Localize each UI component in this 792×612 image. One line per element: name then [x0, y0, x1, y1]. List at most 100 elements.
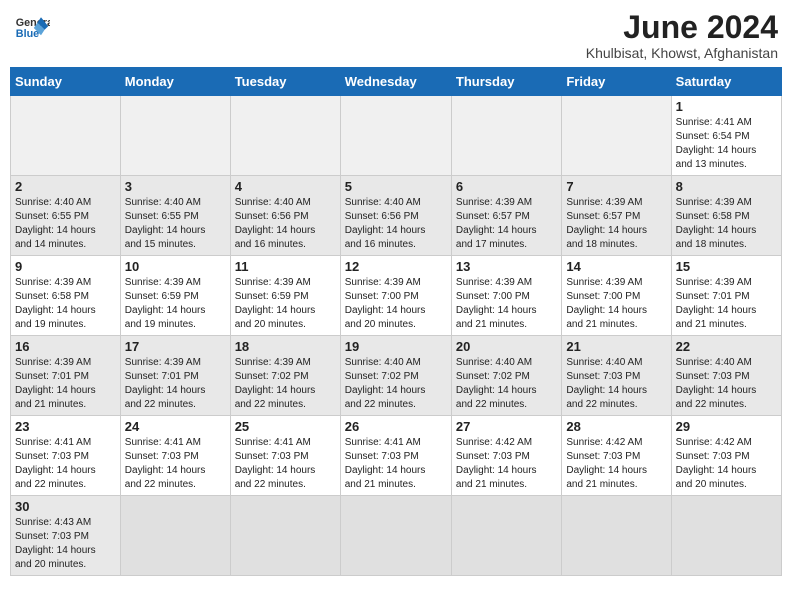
day-info: Sunrise: 4:39 AM Sunset: 6:59 PM Dayligh… — [125, 276, 226, 332]
calendar-cell — [451, 496, 561, 576]
day-info: Sunrise: 4:41 AM Sunset: 7:03 PM Dayligh… — [125, 436, 226, 492]
calendar-week-row: 30Sunrise: 4:43 AM Sunset: 7:03 PM Dayli… — [11, 496, 782, 576]
calendar-cell — [120, 496, 230, 576]
calendar-cell: 27Sunrise: 4:42 AM Sunset: 7:03 PM Dayli… — [451, 416, 561, 496]
calendar-header-row: SundayMondayTuesdayWednesdayThursdayFrid… — [11, 68, 782, 96]
calendar-cell — [671, 496, 781, 576]
calendar-cell: 26 Sunrise: 4:41 AM Sunset: 7:03 PM Dayli… — [340, 416, 451, 496]
day-number: 28 — [566, 419, 666, 434]
day-header-wednesday: Wednesday — [340, 68, 451, 96]
calendar-cell: 1Sunrise: 4:41 AM Sunset: 6:54 PM Daylig… — [671, 96, 781, 176]
day-number: 13 — [456, 259, 557, 274]
calendar-cell — [340, 496, 451, 576]
day-number: 26 — [345, 419, 447, 434]
day-info: Sunrise: 4:39 AM Sunset: 6:57 PM Dayligh… — [566, 196, 666, 252]
day-number: 8 — [676, 179, 777, 194]
calendar-cell: 29 Sunrise: 4:42 AM Sunset: 7:03 PM Dayli… — [671, 416, 781, 496]
calendar-cell — [451, 96, 561, 176]
calendar-cell: 10Sunrise: 4:39 AM Sunset: 6:59 PM Dayli… — [120, 256, 230, 336]
calendar-cell — [340, 96, 451, 176]
day-info: Sunrise: 4:40 AM Sunset: 6:56 PM Dayligh… — [345, 196, 447, 252]
calendar-cell: 30Sunrise: 4:43 AM Sunset: 7:03 PM Dayli… — [11, 496, 121, 576]
calendar-cell: 11 Sunrise: 4:39 AM Sunset: 6:59 PM Dayli… — [230, 256, 340, 336]
day-info: Sunrise: 4:39 AM Sunset: 7:01 PM Dayligh… — [15, 356, 116, 412]
day-info: Sunrise: 4:39 AM Sunset: 7:00 PM Dayligh… — [345, 276, 447, 332]
day-number: 29 — [676, 419, 777, 434]
calendar-cell: 9 Sunrise: 4:39 AM Sunset: 6:58 PM Daylig… — [11, 256, 121, 336]
calendar-table: SundayMondayTuesdayWednesdayThursdayFrid… — [10, 67, 782, 576]
day-number: 7 — [566, 179, 666, 194]
calendar-week-row: 16Sunrise: 4:39 AM Sunset: 7:01 PM Dayli… — [11, 336, 782, 416]
calendar-cell: 3Sunrise: 4:40 AM Sunset: 6:55 PM Daylig… — [120, 176, 230, 256]
calendar-week-row: 9 Sunrise: 4:39 AM Sunset: 6:58 PM Daylig… — [11, 256, 782, 336]
day-info: Sunrise: 4:39 AM Sunset: 6:57 PM Dayligh… — [456, 196, 557, 252]
day-info: Sunrise: 4:40 AM Sunset: 6:56 PM Dayligh… — [235, 196, 336, 252]
calendar-week-row: 1Sunrise: 4:41 AM Sunset: 6:54 PM Daylig… — [11, 96, 782, 176]
page-header: General Blue June 2024 Khulbisat, Khowst… — [10, 10, 782, 61]
day-info: Sunrise: 4:42 AM Sunset: 7:03 PM Dayligh… — [676, 436, 777, 492]
calendar-cell — [230, 96, 340, 176]
calendar-cell — [562, 96, 671, 176]
day-header-sunday: Sunday — [11, 68, 121, 96]
day-info: Sunrise: 4:39 AM Sunset: 6:58 PM Dayligh… — [676, 196, 777, 252]
day-info: Sunrise: 4:41 AM Sunset: 6:54 PM Dayligh… — [676, 116, 777, 172]
day-number: 27 — [456, 419, 557, 434]
day-info: Sunrise: 4:42 AM Sunset: 7:03 PM Dayligh… — [566, 436, 666, 492]
day-header-thursday: Thursday — [451, 68, 561, 96]
calendar-cell: 7 Sunrise: 4:39 AM Sunset: 6:57 PM Daylig… — [562, 176, 671, 256]
logo: General Blue — [14, 10, 50, 46]
day-number: 25 — [235, 419, 336, 434]
day-number: 18 — [235, 339, 336, 354]
day-info: Sunrise: 4:40 AM Sunset: 7:02 PM Dayligh… — [345, 356, 447, 412]
day-header-monday: Monday — [120, 68, 230, 96]
day-number: 14 — [566, 259, 666, 274]
calendar-cell: 12 Sunrise: 4:39 AM Sunset: 7:00 PM Dayli… — [340, 256, 451, 336]
calendar-week-row: 23 Sunrise: 4:41 AM Sunset: 7:03 PM Dayli… — [11, 416, 782, 496]
day-info: Sunrise: 4:39 AM Sunset: 7:01 PM Dayligh… — [676, 276, 777, 332]
month-title: June 2024 — [586, 10, 778, 45]
calendar-cell: 16Sunrise: 4:39 AM Sunset: 7:01 PM Dayli… — [11, 336, 121, 416]
day-info: Sunrise: 4:41 AM Sunset: 7:03 PM Dayligh… — [345, 436, 447, 492]
day-info: Sunrise: 4:39 AM Sunset: 7:01 PM Dayligh… — [125, 356, 226, 412]
day-number: 11 — [235, 259, 336, 274]
calendar-cell: 20Sunrise: 4:40 AM Sunset: 7:02 PM Dayli… — [451, 336, 561, 416]
calendar-cell: 22 Sunrise: 4:40 AM Sunset: 7:03 PM Dayli… — [671, 336, 781, 416]
day-number: 12 — [345, 259, 447, 274]
calendar-cell: 25 Sunrise: 4:41 AM Sunset: 7:03 PM Dayli… — [230, 416, 340, 496]
calendar-cell: 18Sunrise: 4:39 AM Sunset: 7:02 PM Dayli… — [230, 336, 340, 416]
day-number: 2 — [15, 179, 116, 194]
day-number: 24 — [125, 419, 226, 434]
day-number: 4 — [235, 179, 336, 194]
calendar-cell: 13Sunrise: 4:39 AM Sunset: 7:00 PM Dayli… — [451, 256, 561, 336]
day-header-saturday: Saturday — [671, 68, 781, 96]
calendar-cell: 15 Sunrise: 4:39 AM Sunset: 7:01 PM Dayli… — [671, 256, 781, 336]
day-info: Sunrise: 4:41 AM Sunset: 7:03 PM Dayligh… — [235, 436, 336, 492]
day-header-friday: Friday — [562, 68, 671, 96]
calendar-cell — [230, 496, 340, 576]
calendar-week-row: 2 Sunrise: 4:40 AM Sunset: 6:55 PM Daylig… — [11, 176, 782, 256]
calendar-cell — [120, 96, 230, 176]
calendar-cell: 2 Sunrise: 4:40 AM Sunset: 6:55 PM Daylig… — [11, 176, 121, 256]
logo-icon: General Blue — [14, 10, 50, 46]
day-info: Sunrise: 4:41 AM Sunset: 7:03 PM Dayligh… — [15, 436, 116, 492]
calendar-cell: 21Sunrise: 4:40 AM Sunset: 7:03 PM Dayli… — [562, 336, 671, 416]
calendar-cell: 5 Sunrise: 4:40 AM Sunset: 6:56 PM Daylig… — [340, 176, 451, 256]
calendar-cell: 4 Sunrise: 4:40 AM Sunset: 6:56 PM Daylig… — [230, 176, 340, 256]
day-number: 5 — [345, 179, 447, 194]
day-info: Sunrise: 4:39 AM Sunset: 6:58 PM Dayligh… — [15, 276, 116, 332]
day-number: 23 — [15, 419, 116, 434]
day-number: 20 — [456, 339, 557, 354]
day-number: 9 — [15, 259, 116, 274]
day-info: Sunrise: 4:39 AM Sunset: 6:59 PM Dayligh… — [235, 276, 336, 332]
day-info: Sunrise: 4:40 AM Sunset: 7:03 PM Dayligh… — [566, 356, 666, 412]
day-header-tuesday: Tuesday — [230, 68, 340, 96]
day-info: Sunrise: 4:40 AM Sunset: 7:03 PM Dayligh… — [676, 356, 777, 412]
day-number: 22 — [676, 339, 777, 354]
calendar-cell: 23 Sunrise: 4:41 AM Sunset: 7:03 PM Dayli… — [11, 416, 121, 496]
day-number: 30 — [15, 499, 116, 514]
day-number: 15 — [676, 259, 777, 274]
calendar-cell: 24 Sunrise: 4:41 AM Sunset: 7:03 PM Dayli… — [120, 416, 230, 496]
day-info: Sunrise: 4:39 AM Sunset: 7:00 PM Dayligh… — [566, 276, 666, 332]
day-info: Sunrise: 4:40 AM Sunset: 6:55 PM Dayligh… — [15, 196, 116, 252]
day-number: 6 — [456, 179, 557, 194]
